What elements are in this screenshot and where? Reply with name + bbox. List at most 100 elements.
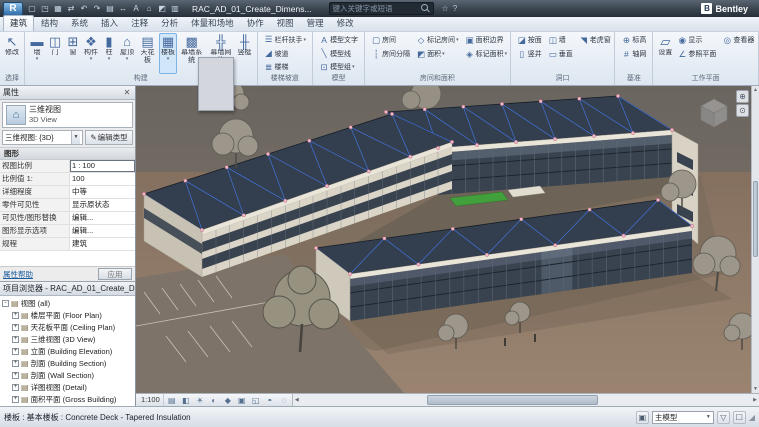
edit-type-button[interactable]: ✎ 编辑类型: [85, 130, 133, 145]
room-button[interactable]: ▢房间: [368, 33, 399, 47]
expand-icon[interactable]: +: [12, 336, 19, 343]
show-work-plane-button[interactable]: ◉显示: [674, 33, 705, 47]
render-button[interactable]: ◆: [222, 396, 234, 405]
ceiling-button[interactable]: ▤天花板: [136, 33, 159, 74]
scrollbar-thumb[interactable]: [753, 181, 758, 257]
wall-button[interactable]: ▬墙▾: [28, 33, 46, 74]
tree-item[interactable]: +▤天花板平面 (Ceiling Plan): [2, 321, 135, 333]
save-icon[interactable]: ▦: [52, 2, 64, 15]
text-icon[interactable]: A: [130, 2, 142, 15]
scroll-up-icon[interactable]: ▲: [752, 86, 759, 94]
properties-help-link[interactable]: 属性帮助: [3, 269, 33, 280]
tab-structure[interactable]: 结构: [35, 16, 64, 31]
expand-icon[interactable]: +: [12, 360, 19, 367]
editable-only-checkbox[interactable]: ☐: [733, 411, 746, 424]
worksets-icon[interactable]: ▣: [636, 411, 649, 424]
crop-view-button[interactable]: ▣: [236, 396, 248, 405]
door-button[interactable]: ◫门: [46, 33, 64, 74]
railing-button[interactable]: ☰栏杆扶手▾: [261, 33, 310, 47]
undo-icon[interactable]: ↶: [78, 2, 90, 15]
tree-item[interactable]: +▤详图视图 (Detail): [2, 381, 135, 393]
property-value[interactable]: 编辑...: [70, 212, 135, 224]
tab-modify[interactable]: 修改: [331, 16, 360, 31]
filter-icon[interactable]: ▽: [717, 411, 730, 424]
dormer-opening-button[interactable]: ◥老虎窗: [576, 33, 614, 47]
infocenter-search[interactable]: [329, 2, 434, 15]
vertical-scrollbar[interactable]: ▲ ▼: [751, 86, 759, 393]
view-scale-button[interactable]: 1:100: [138, 394, 164, 406]
crop-region-button[interactable]: ◱: [250, 396, 262, 405]
open-icon[interactable]: ◳: [39, 2, 51, 15]
reveal-hidden-button[interactable]: ◌: [278, 396, 290, 405]
stair-button[interactable]: ≣楼梯: [261, 60, 292, 74]
floor-button[interactable]: ▦楼板▾: [159, 33, 177, 74]
wall-opening-button[interactable]: ◫墙: [545, 33, 569, 47]
scroll-left-icon[interactable]: ◀: [293, 394, 301, 406]
scroll-down-icon[interactable]: ▼: [752, 385, 759, 393]
shaft-opening-button[interactable]: ▯竖井: [514, 47, 545, 61]
sync-icon[interactable]: ⇄: [65, 2, 77, 15]
expand-icon[interactable]: +: [12, 372, 19, 379]
model-text-button[interactable]: A模型文字: [316, 33, 361, 47]
area-button[interactable]: ◩面积▾: [413, 47, 448, 61]
opening-by-face-button[interactable]: ◪按面: [514, 33, 545, 47]
tree-item[interactable]: +▤剖面 (Building Section): [2, 357, 135, 369]
tab-view[interactable]: 视图: [271, 16, 300, 31]
view-3d-icon[interactable]: ⌂: [143, 2, 155, 15]
scrollbar-thumb[interactable]: [427, 395, 598, 405]
tree-item[interactable]: +▤面积平面 (Gross Building): [2, 393, 135, 405]
grid-button[interactable]: #轴网: [618, 47, 649, 61]
application-menu-button[interactable]: R: [3, 2, 23, 16]
ramp-button[interactable]: ◢坡道: [261, 47, 292, 61]
graphics-section-header[interactable]: 图形: [0, 148, 135, 160]
tree-item[interactable]: +▤剖面 (Wall Section): [2, 369, 135, 381]
detail-level-button[interactable]: ▤: [166, 396, 178, 405]
new-icon[interactable]: ▢: [26, 2, 38, 15]
expand-icon[interactable]: +: [12, 348, 19, 355]
mullion-button[interactable]: ╫竖梃: [236, 33, 254, 74]
view-cube[interactable]: [697, 96, 731, 130]
expand-icon[interactable]: +: [12, 312, 19, 319]
chevron-down-icon[interactable]: ▼: [71, 131, 80, 144]
property-value[interactable]: 编辑...: [70, 225, 135, 237]
tree-item[interactable]: +▤立面 (Building Elevation): [2, 345, 135, 357]
room-separator-button[interactable]: ┆房间分隔: [368, 47, 413, 61]
roof-button[interactable]: ⌂屋顶▾: [118, 33, 136, 74]
component-button[interactable]: ❖构件▾: [82, 33, 100, 74]
property-value[interactable]: 显示原状态: [70, 199, 135, 211]
tree-item[interactable]: +▤楼层平面 (Floor Plan): [2, 309, 135, 321]
tree-item-views-root[interactable]: -▤视图 (all): [2, 297, 135, 309]
steering-wheel-icon[interactable]: ⊕: [736, 90, 749, 103]
level-button[interactable]: ⊕标高: [618, 33, 649, 47]
scroll-right-icon[interactable]: ▶: [751, 394, 759, 406]
set-work-plane-button[interactable]: ▱设置: [656, 33, 674, 74]
tab-collaborate[interactable]: 协作: [241, 16, 270, 31]
visual-style-button[interactable]: ◧: [180, 396, 192, 405]
tree-item[interactable]: +▤三维视图 (3D View): [2, 333, 135, 345]
collapse-icon[interactable]: -: [2, 300, 9, 307]
property-value[interactable]: 1 : 100: [70, 160, 135, 172]
3d-view-scene[interactable]: [136, 86, 751, 393]
search-input[interactable]: [333, 3, 419, 14]
tab-annotate[interactable]: 注释: [125, 16, 154, 31]
vertical-opening-button[interactable]: ▭垂直: [545, 47, 576, 61]
property-value[interactable]: 100: [70, 173, 135, 185]
tag-area-button[interactable]: ◈标记面积▾: [462, 47, 511, 61]
tab-analyze[interactable]: 分析: [155, 16, 184, 31]
print-icon[interactable]: ▤: [104, 2, 116, 15]
hide-isolate-button[interactable]: ◓: [264, 396, 276, 405]
close-icon[interactable]: ✕: [122, 88, 132, 97]
tab-massing-site[interactable]: 体量和场地: [185, 16, 240, 31]
zoom-icon[interactable]: ⊙: [736, 104, 749, 117]
tab-insert[interactable]: 插入: [95, 16, 124, 31]
tag-room-button[interactable]: ◇标记房间▾: [413, 33, 462, 47]
drawing-area[interactable]: ⊕ ⊙ ▲ ▼ 1:100▤◧☀◐◆▣◱◓◌ ◀ ▶: [136, 86, 759, 406]
expand-icon[interactable]: +: [12, 396, 19, 403]
sun-path-button[interactable]: ☀: [194, 396, 206, 405]
redo-icon[interactable]: ↷: [91, 2, 103, 15]
viewer-button[interactable]: ◎查看器: [719, 33, 757, 47]
measure-icon[interactable]: ↔: [117, 2, 129, 15]
property-value[interactable]: 中等: [70, 186, 135, 198]
search-icon[interactable]: [421, 4, 430, 13]
tab-architecture[interactable]: 建筑: [3, 15, 34, 31]
